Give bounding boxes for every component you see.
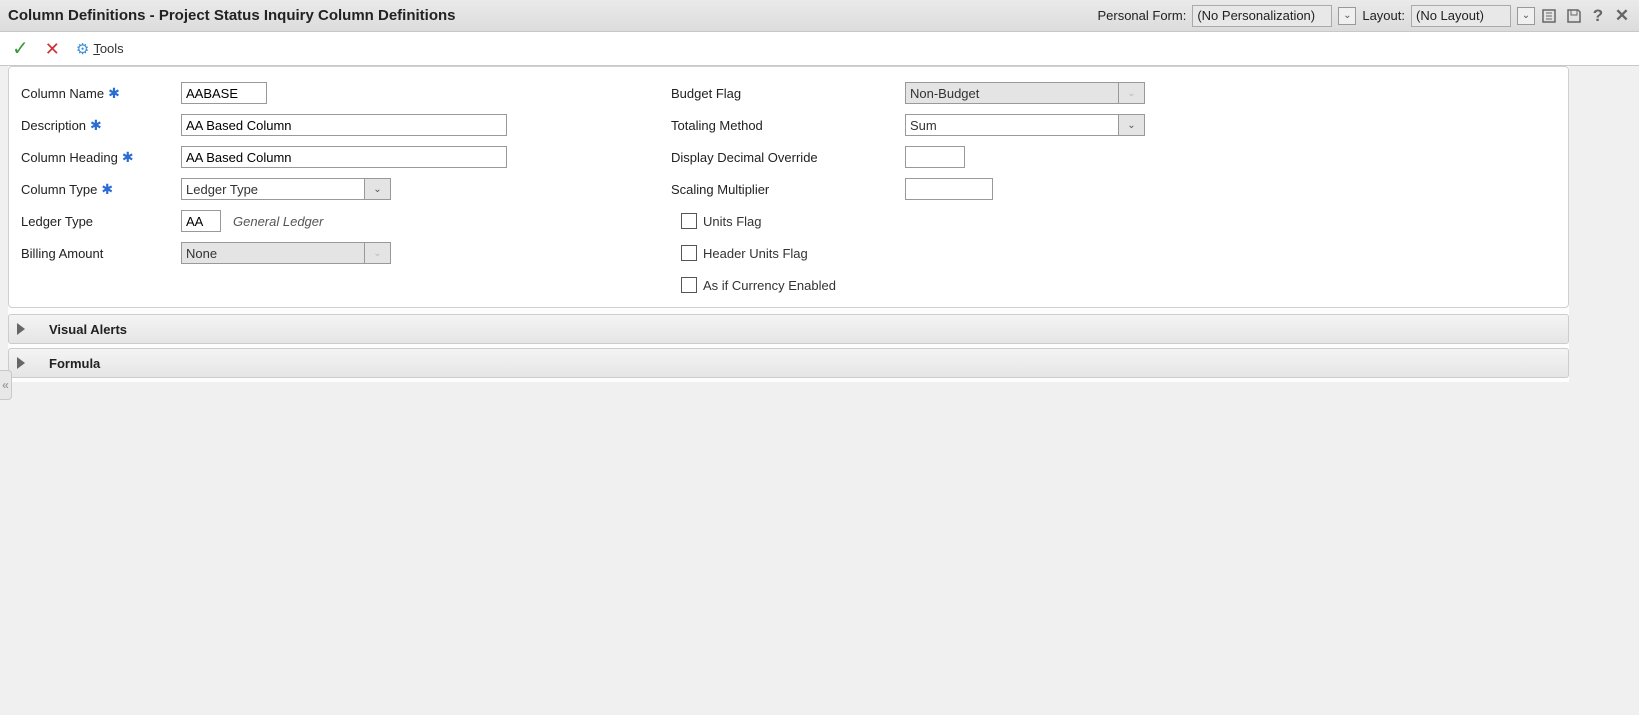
x-icon: ✕ (45, 39, 60, 59)
chevron-down-icon: ⌄ (364, 179, 390, 199)
ledger-type-hint: General Ledger (233, 214, 323, 229)
column-heading-label: Column Heading (21, 150, 118, 165)
form-panel: Column Name ✱ Description ✱ (8, 66, 1569, 308)
totaling-method-select[interactable]: Sum ⌄ (905, 114, 1145, 136)
description-input[interactable] (181, 114, 507, 136)
help-icon[interactable]: ? (1589, 7, 1607, 25)
close-icon[interactable]: ✕ (1613, 7, 1631, 25)
budget-flag-value: Non-Budget (910, 86, 979, 101)
collapse-sidebar-tab[interactable]: « (0, 370, 12, 400)
required-asterisk-icon: ✱ (122, 150, 134, 164)
chevron-left-icon: « (2, 378, 9, 392)
expand-arrow-icon (17, 323, 25, 335)
gear-icon: ⚙ (76, 40, 89, 58)
expand-arrow-icon (17, 357, 25, 369)
display-decimal-label: Display Decimal Override (671, 150, 818, 165)
display-decimal-input[interactable] (905, 146, 965, 168)
visual-alerts-title: Visual Alerts (31, 322, 127, 337)
tools-label: Tools (93, 41, 123, 57)
chevron-down-icon: ⌄ (1343, 10, 1351, 21)
ok-button[interactable]: ✓ (12, 39, 29, 59)
ledger-type-input[interactable] (181, 210, 221, 232)
formula-title: Formula (31, 356, 100, 371)
chevron-down-icon: ⌄ (364, 243, 390, 263)
chevron-down-icon: ⌄ (1522, 10, 1530, 21)
as-if-currency-checkbox[interactable] (681, 277, 697, 293)
units-flag-label: Units Flag (703, 214, 762, 229)
checkmark-icon: ✓ (12, 38, 29, 60)
ledger-type-label: Ledger Type (21, 214, 93, 229)
header-units-flag-label: Header Units Flag (703, 246, 808, 261)
billing-amount-value: None (186, 246, 217, 261)
column-type-label: Column Type (21, 182, 97, 197)
personal-form-value: (No Personalization) (1197, 8, 1327, 23)
totaling-method-label: Totaling Method (671, 118, 763, 133)
formula-accordion[interactable]: Formula (8, 348, 1569, 378)
as-if-currency-label: As if Currency Enabled (703, 278, 836, 293)
column-name-input[interactable] (181, 82, 267, 104)
header-units-flag-checkbox[interactable] (681, 245, 697, 261)
layout-dropdown-button[interactable]: ⌄ (1517, 7, 1535, 25)
required-asterisk-icon: ✱ (101, 182, 113, 196)
header-bar: Column Definitions - Project Status Inqu… (0, 0, 1639, 32)
personal-form-select[interactable]: (No Personalization) (1192, 5, 1332, 27)
required-asterisk-icon: ✱ (108, 86, 120, 100)
layout-select[interactable]: (No Layout) (1411, 5, 1511, 27)
personal-form-label: Personal Form: (1097, 8, 1186, 23)
content-area: Column Name ✱ Description ✱ (8, 66, 1569, 382)
column-heading-input[interactable] (181, 146, 507, 168)
page-title: Column Definitions - Project Status Inqu… (8, 7, 1097, 24)
form-left-column: Column Name ✱ Description ✱ (21, 77, 661, 301)
toolbar: ✓ ✕ ⚙ Tools (0, 32, 1639, 66)
budget-flag-label: Budget Flag (671, 86, 741, 101)
chevron-down-icon: ⌄ (1118, 83, 1144, 103)
totaling-method-value: Sum (910, 118, 937, 133)
cancel-button[interactable]: ✕ (45, 40, 60, 58)
billing-amount-label: Billing Amount (21, 246, 103, 261)
units-flag-checkbox[interactable] (681, 213, 697, 229)
layout-label: Layout: (1362, 8, 1405, 23)
scaling-multiplier-label: Scaling Multiplier (671, 182, 769, 197)
column-type-select[interactable]: Ledger Type ⌄ (181, 178, 391, 200)
save-icon[interactable] (1565, 7, 1583, 25)
tools-menu[interactable]: ⚙ Tools (76, 40, 124, 58)
column-name-label: Column Name (21, 86, 104, 101)
chevron-down-icon: ⌄ (1118, 115, 1144, 135)
budget-flag-select: Non-Budget ⌄ (905, 82, 1145, 104)
description-label: Description (21, 118, 86, 133)
billing-amount-select: None ⌄ (181, 242, 391, 264)
header-right: Personal Form: (No Personalization) ⌄ La… (1097, 5, 1631, 27)
personal-form-dropdown-button[interactable]: ⌄ (1338, 7, 1356, 25)
layout-value: (No Layout) (1416, 8, 1506, 23)
form-action-icon-1[interactable] (1541, 7, 1559, 25)
scaling-multiplier-input[interactable] (905, 178, 993, 200)
visual-alerts-accordion[interactable]: Visual Alerts (8, 314, 1569, 344)
form-right-column: Budget Flag Non-Budget ⌄ Totaling Method (671, 77, 1556, 301)
required-asterisk-icon: ✱ (90, 118, 102, 132)
column-type-value: Ledger Type (186, 182, 258, 197)
